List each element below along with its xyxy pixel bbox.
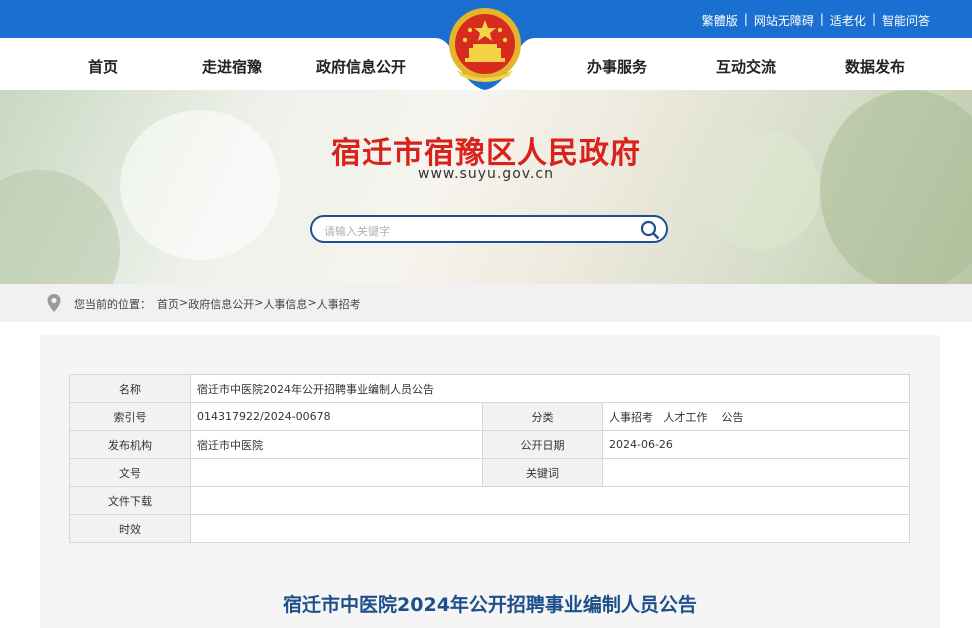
table-row: 文件下载 xyxy=(69,486,910,515)
search-button[interactable] xyxy=(640,220,660,240)
meta-index-value: 014317922/2024-00678 xyxy=(190,402,483,431)
banner-decoration xyxy=(820,90,972,284)
separator: | xyxy=(743,12,748,26)
meta-docno-value xyxy=(190,458,483,487)
nav-item-home[interactable]: 首页 xyxy=(88,56,118,77)
breadcrumb-separator: > xyxy=(179,296,189,309)
header-banner: 宿迁市宿豫区人民政府 www.suyu.gov.cn xyxy=(0,90,972,284)
nav-item-about[interactable]: 走进宿豫 xyxy=(202,56,262,77)
table-row: 文号 关键词 xyxy=(69,458,910,487)
meta-category-value: 人事招考 人才工作 公告 xyxy=(602,402,910,431)
search-box xyxy=(310,215,668,243)
meta-keywords-label: 关键词 xyxy=(482,458,603,487)
meta-date-label: 公开日期 xyxy=(482,430,603,459)
document-meta-table: 名称 宿迁市中医院2024年公开招聘事业编制人员公告 索引号 014317922… xyxy=(69,374,910,543)
banner-decoration xyxy=(0,170,120,284)
meta-keywords-value xyxy=(602,458,910,487)
separator: | xyxy=(819,12,824,26)
nav-item-services[interactable]: 办事服务 xyxy=(587,56,647,77)
meta-publisher-value: 宿迁市中医院 xyxy=(190,430,483,459)
link-smart-qa[interactable]: 智能问答 xyxy=(882,12,930,29)
breadcrumb-bar: 您当前的位置： 首页 > 政府信息公开 > 人事信息 > 人事招考 xyxy=(0,284,972,322)
breadcrumb-separator: > xyxy=(254,296,264,309)
meta-publisher-label: 发布机构 xyxy=(69,430,191,459)
breadcrumb-separator: > xyxy=(307,296,317,309)
breadcrumb-item-recruitment[interactable]: 人事招考 xyxy=(317,296,361,312)
meta-validity-value xyxy=(190,514,910,543)
breadcrumb-item-gov-info[interactable]: 政府信息公开 xyxy=(188,296,254,312)
meta-date-value: 2024-06-26 xyxy=(602,430,910,459)
meta-index-label: 索引号 xyxy=(69,402,191,431)
table-row: 时效 xyxy=(69,514,910,543)
link-elderly-mode[interactable]: 适老化 xyxy=(830,12,866,29)
breadcrumb: 您当前的位置： 首页 > 政府信息公开 > 人事信息 > 人事招考 xyxy=(74,296,361,312)
nav-item-gov-info[interactable]: 政府信息公开 xyxy=(316,56,406,77)
meta-validity-label: 时效 xyxy=(69,514,191,543)
document-title: 宿迁市中医院2024年公开招聘事业编制人员公告 xyxy=(283,594,697,616)
location-pin-icon xyxy=(47,294,61,312)
search-icon xyxy=(640,220,660,240)
breadcrumb-item-personnel[interactable]: 人事信息 xyxy=(263,296,307,312)
top-links: 繁體版 | 网站无障碍 | 适老化 | 智能问答 xyxy=(702,12,930,29)
breadcrumb-item-home[interactable]: 首页 xyxy=(157,296,179,312)
nav-item-data[interactable]: 数据发布 xyxy=(845,56,905,77)
link-accessibility[interactable]: 网站无障碍 xyxy=(754,12,814,29)
table-row: 索引号 014317922/2024-00678 分类 人事招考 人才工作 公告 xyxy=(69,402,910,431)
meta-docno-label: 文号 xyxy=(69,458,191,487)
table-row: 名称 宿迁市中医院2024年公开招聘事业编制人员公告 xyxy=(69,374,910,403)
nav-item-interaction[interactable]: 互动交流 xyxy=(716,56,776,77)
emblem-icon xyxy=(415,0,555,90)
meta-category-label: 分类 xyxy=(482,402,603,431)
meta-name-value: 宿迁市中医院2024年公开招聘事业编制人员公告 xyxy=(190,374,910,403)
meta-name-label: 名称 xyxy=(69,374,191,403)
search-input[interactable] xyxy=(322,222,636,240)
meta-download-label: 文件下载 xyxy=(69,486,191,515)
national-emblem xyxy=(415,0,555,92)
link-traditional[interactable]: 繁體版 xyxy=(702,12,738,29)
table-row: 发布机构 宿迁市中医院 公开日期 2024-06-26 xyxy=(69,430,910,459)
meta-download-value xyxy=(190,486,910,515)
breadcrumb-prefix: 您当前的位置： xyxy=(74,298,151,311)
site-url: www.suyu.gov.cn xyxy=(418,166,554,182)
separator: | xyxy=(871,12,876,26)
